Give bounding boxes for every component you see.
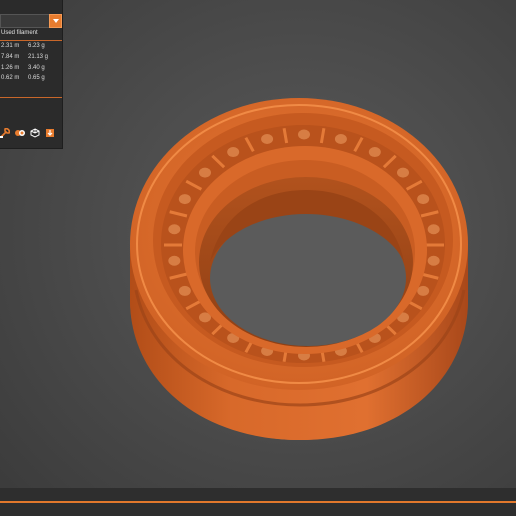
chevron-down-icon bbox=[52, 19, 59, 23]
panel-toolbar bbox=[0, 127, 55, 138]
filament-weight: 3.40 g bbox=[28, 65, 45, 71]
filament-row: 7.84 m 21.13 g bbox=[1, 54, 48, 60]
ring-pocket bbox=[198, 167, 211, 178]
filament-row: 0.62 m 0.65 g bbox=[1, 75, 45, 81]
filament-weight: 0.65 g bbox=[28, 75, 45, 81]
used-filament-header: Used filament bbox=[1, 30, 38, 36]
ring-pocket bbox=[168, 255, 181, 266]
divider bbox=[0, 97, 62, 98]
3d-viewport[interactable] bbox=[0, 0, 516, 488]
bottom-accent-line bbox=[0, 501, 516, 503]
ring-pocket bbox=[298, 129, 310, 140]
ring-pocket bbox=[417, 285, 430, 296]
filament-length: 1.26 m bbox=[1, 65, 20, 71]
filament-weight: 6.23 g bbox=[28, 43, 45, 49]
ring-pocket bbox=[261, 133, 274, 144]
export-icon[interactable] bbox=[45, 127, 55, 138]
view-type-dropdown-button[interactable] bbox=[49, 14, 62, 28]
slice-info-panel: Used filament 2.31 m 6.23 g 7.84 m 21.13… bbox=[0, 0, 63, 149]
settings-wrench-icon[interactable] bbox=[0, 127, 10, 138]
ring-pocket bbox=[427, 224, 440, 235]
divider bbox=[0, 40, 62, 41]
ring-pocket bbox=[227, 147, 240, 158]
printed-ring-model[interactable] bbox=[0, 0, 516, 488]
ring-pocket bbox=[427, 255, 440, 266]
filament-length: 7.84 m bbox=[1, 54, 20, 60]
ring-pocket bbox=[168, 224, 181, 235]
filament-length: 0.62 m bbox=[1, 75, 20, 81]
view-type-select[interactable] bbox=[0, 14, 50, 28]
filament-row: 1.26 m 3.40 g bbox=[1, 65, 45, 71]
ring-pocket bbox=[178, 285, 191, 296]
ring-pocket bbox=[334, 133, 347, 144]
filament-length: 2.31 m bbox=[1, 43, 20, 49]
cube-icon[interactable] bbox=[30, 127, 40, 138]
ring-pocket bbox=[368, 147, 381, 158]
ring-pocket bbox=[178, 194, 191, 205]
pattern-icon[interactable] bbox=[15, 127, 25, 138]
ring-pocket bbox=[397, 167, 410, 178]
filament-row: 2.31 m 6.23 g bbox=[1, 43, 45, 49]
filament-weight: 21.13 g bbox=[28, 54, 49, 60]
ring-pocket bbox=[417, 194, 430, 205]
